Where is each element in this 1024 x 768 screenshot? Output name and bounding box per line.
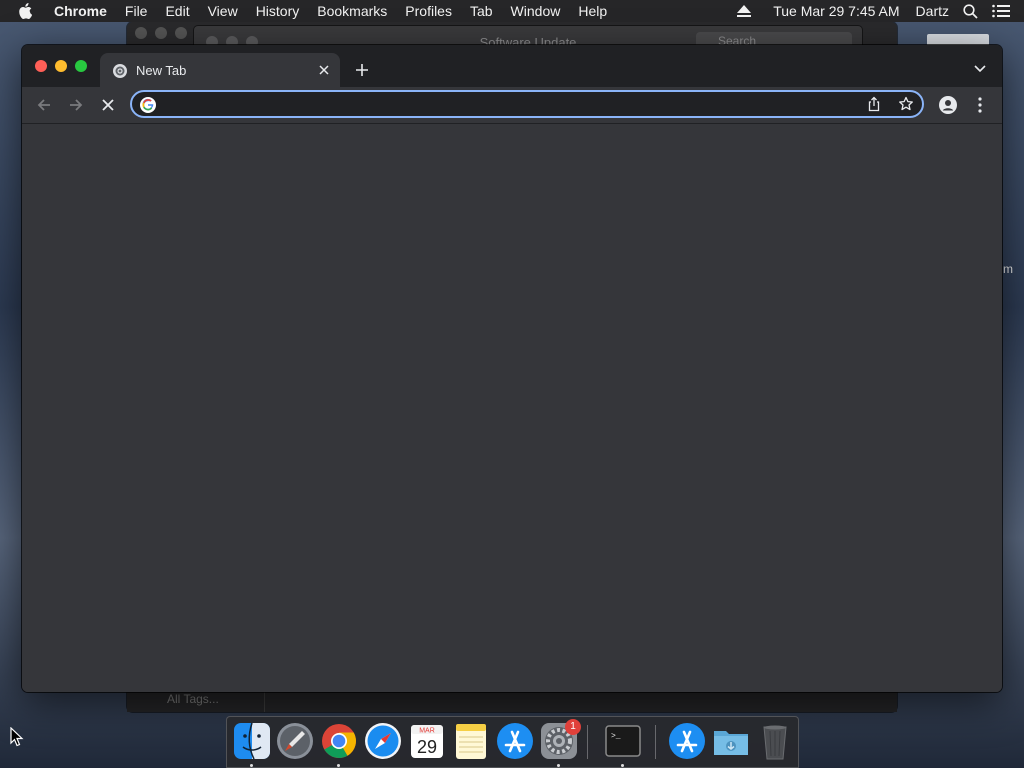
chrome-icon[interactable] xyxy=(319,721,359,761)
new-tab-plus-icon[interactable] xyxy=(352,60,372,80)
kebab-menu-icon[interactable] xyxy=(968,93,992,117)
mouse-pointer-icon xyxy=(10,727,24,747)
system-preferences-badge: 1 xyxy=(565,719,581,735)
page-content-area[interactable] xyxy=(22,124,1002,692)
finder-icon[interactable] xyxy=(232,721,272,761)
calendar-month: MAR xyxy=(419,728,435,735)
system-preferences-running-indicator xyxy=(557,764,560,767)
tab-title: New Tab xyxy=(136,63,187,78)
address-bar[interactable] xyxy=(130,90,924,118)
sidebar-divider xyxy=(264,690,265,712)
spotlight-search-icon[interactable] xyxy=(963,3,978,19)
tab-close-icon[interactable] xyxy=(316,62,332,78)
tab-new-tab[interactable]: New Tab xyxy=(100,53,340,87)
dock-separator xyxy=(587,725,588,759)
menu-profiles[interactable]: Profiles xyxy=(396,0,461,22)
menu-window[interactable]: Window xyxy=(502,0,570,22)
apple-icon[interactable] xyxy=(18,0,38,22)
app-store-folder-icon[interactable] xyxy=(667,721,707,761)
calendar-day: 29 xyxy=(417,737,437,757)
menu-bar-clock[interactable]: Tue Mar 29 7:45 AM xyxy=(773,3,899,19)
menu-file[interactable]: File xyxy=(116,0,157,22)
menu-app-name[interactable]: Chrome xyxy=(52,0,116,22)
dock: MAR 29 1 >_ xyxy=(226,716,799,768)
bookmark-star-icon[interactable] xyxy=(898,96,914,112)
back-arrow-icon[interactable] xyxy=(32,93,56,117)
menu-bar: Chrome File Edit View History Bookmarks … xyxy=(0,0,1024,22)
window-minimize-button[interactable] xyxy=(55,60,67,72)
desktop-label: m xyxy=(1003,262,1013,276)
notes-icon[interactable] xyxy=(451,721,491,761)
browser-toolbar xyxy=(22,87,1002,124)
chrome-running-indicator xyxy=(337,764,340,767)
menu-view[interactable]: View xyxy=(199,0,247,22)
control-list-icon[interactable] xyxy=(992,4,1010,18)
finder-running-indicator xyxy=(250,764,253,767)
dock-separator xyxy=(655,725,656,759)
stop-loading-icon[interactable] xyxy=(96,93,120,117)
window-close-button[interactable] xyxy=(35,60,47,72)
menu-history[interactable]: History xyxy=(247,0,309,22)
menu-edit[interactable]: Edit xyxy=(156,0,198,22)
window-zoom-button[interactable] xyxy=(75,60,87,72)
safari-icon[interactable] xyxy=(363,721,403,761)
svg-text:>_: >_ xyxy=(611,732,621,741)
omnibox-input[interactable] xyxy=(164,92,848,118)
profile-avatar-icon[interactable] xyxy=(936,93,960,117)
trash-icon[interactable] xyxy=(755,721,795,761)
tab-search-chevron-down-icon[interactable] xyxy=(972,61,988,77)
calendar-icon[interactable]: MAR 29 xyxy=(407,721,447,761)
terminal-icon[interactable]: >_ xyxy=(603,721,643,761)
all-tags-label: All Tags... xyxy=(167,692,219,706)
tab-strip: New Tab xyxy=(22,45,1002,87)
menu-bookmarks[interactable]: Bookmarks xyxy=(308,0,396,22)
background-window-footer: All Tags... xyxy=(127,690,897,712)
google-g-icon xyxy=(140,97,156,113)
share-icon[interactable] xyxy=(866,96,882,112)
eject-icon[interactable] xyxy=(737,5,752,17)
menu-bar-user[interactable]: Dartz xyxy=(916,3,949,19)
downloads-folder-icon[interactable] xyxy=(711,721,751,761)
menu-help[interactable]: Help xyxy=(569,0,616,22)
app-store-icon[interactable] xyxy=(495,721,535,761)
menu-tab[interactable]: Tab xyxy=(461,0,502,22)
chrome-newtab-icon xyxy=(112,63,128,79)
launchpad-icon[interactable] xyxy=(275,721,315,761)
menu-bar-status-area: Tue Mar 29 7:45 AM Dartz xyxy=(737,3,1024,19)
background-window-controls xyxy=(135,27,187,39)
terminal-running-indicator xyxy=(621,764,624,767)
forward-arrow-icon[interactable] xyxy=(64,93,88,117)
chrome-window: New Tab xyxy=(22,45,1002,692)
